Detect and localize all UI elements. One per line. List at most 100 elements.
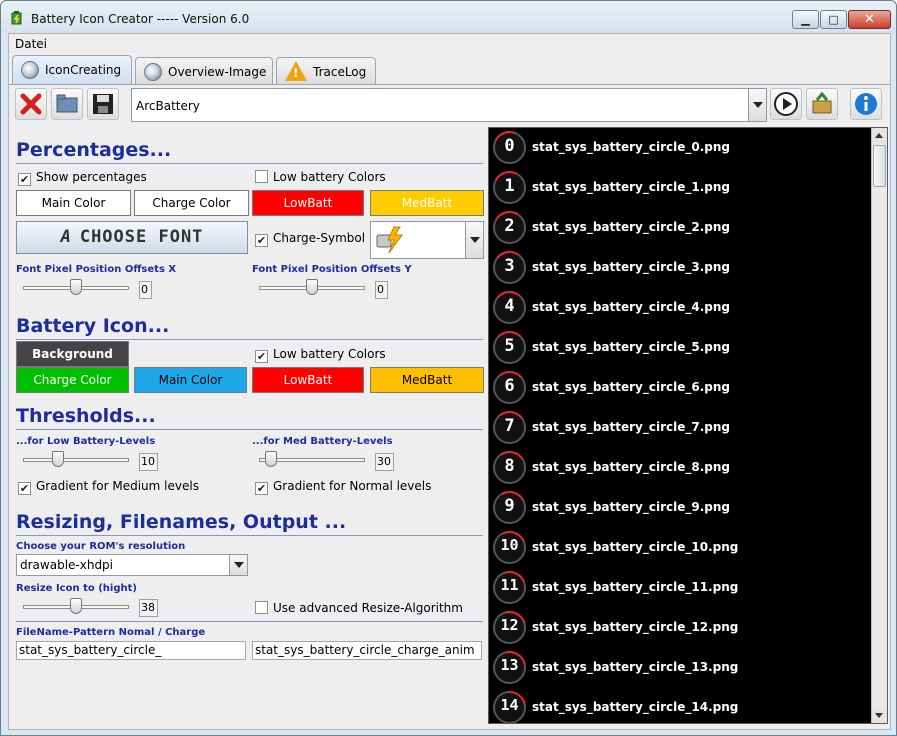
pattern-charge-input[interactable]: stat_sys_battery_circle_charge_anim bbox=[252, 641, 482, 660]
checkbox-label: Low battery Colors bbox=[273, 347, 386, 361]
list-item[interactable]: 4 stat_sys_battery_circle_4.png bbox=[489, 288, 871, 328]
toolbar: ArcBattery bbox=[9, 85, 890, 125]
list-item[interactable]: 7 stat_sys_battery_circle_7.png bbox=[489, 408, 871, 448]
pct-charge-color-button[interactable]: Charge Color bbox=[134, 190, 249, 216]
show-percentages-checkbox[interactable]: ✔ Show percentages bbox=[18, 170, 147, 186]
list-item[interactable]: 1 stat_sys_battery_circle_1.png bbox=[489, 167, 871, 208]
icon-lowbatt-button[interactable]: LowBatt bbox=[252, 367, 364, 393]
battery-circle-icon: 8 bbox=[489, 447, 530, 488]
menu-datei[interactable]: Datei bbox=[15, 37, 47, 51]
med-threshold-slider[interactable] bbox=[259, 450, 365, 470]
checkbox-label: Low battery Colors bbox=[273, 170, 386, 184]
vertical-scrollbar[interactable] bbox=[871, 128, 887, 723]
list-item[interactable]: 3 stat_sys_battery_circle_3.png bbox=[489, 248, 871, 288]
list-item[interactable]: 0 stat_sys_battery_circle_0.png bbox=[488, 126, 871, 169]
icon-low-battery-colors-checkbox[interactable]: ✔ Low battery Colors bbox=[255, 347, 386, 363]
run-button[interactable] bbox=[770, 88, 802, 120]
profile-value: ArcBattery bbox=[136, 99, 200, 113]
tab-iconcreating[interactable]: IconCreating bbox=[12, 55, 132, 84]
slider-thumb[interactable] bbox=[70, 279, 82, 295]
offset-x-slider[interactable] bbox=[23, 278, 129, 298]
slider-thumb[interactable] bbox=[52, 451, 64, 467]
pct-main-color-button[interactable]: Main Color bbox=[16, 190, 131, 216]
list-item[interactable]: 11 stat_sys_battery_circle_11.png bbox=[487, 565, 871, 610]
charge-symbol-checkbox[interactable]: ✔ Charge-Symbol bbox=[255, 231, 365, 247]
battery-circle-icon: 14 bbox=[486, 684, 533, 731]
battery-circle-icon: 12 bbox=[487, 605, 532, 650]
pct-low-battery-colors-checkbox[interactable]: Low battery Colors bbox=[255, 170, 386, 184]
advanced-resize-checkbox[interactable]: Use advanced Resize-Algorithm bbox=[255, 601, 463, 615]
battery-circle-icon: 13 bbox=[486, 644, 533, 691]
slider-thumb[interactable] bbox=[70, 598, 82, 614]
open-button[interactable] bbox=[51, 88, 83, 120]
pct-lowbatt-button[interactable]: LowBatt bbox=[252, 190, 364, 216]
list-item[interactable]: 10 stat_sys_battery_circle_10.png bbox=[488, 526, 871, 569]
low-threshold-value[interactable]: 10 bbox=[139, 453, 158, 471]
checkbox-label: Gradient for Medium levels bbox=[36, 479, 199, 493]
med-threshold-value[interactable]: 30 bbox=[375, 453, 394, 471]
list-item[interactable]: 8 stat_sys_battery_circle_8.png bbox=[489, 447, 871, 488]
scroll-thumb[interactable] bbox=[873, 145, 886, 187]
list-item[interactable]: 2 stat_sys_battery_circle_2.png bbox=[489, 207, 871, 248]
slider-track bbox=[23, 458, 129, 462]
file-name: stat_sys_battery_circle_14.png bbox=[532, 700, 739, 714]
file-name: stat_sys_battery_circle_3.png bbox=[532, 260, 730, 274]
icon-charge-color-button[interactable]: Charge Color bbox=[16, 367, 129, 393]
tab-overview-image[interactable]: Overview-Image bbox=[135, 57, 273, 84]
list-item[interactable]: 14 stat_sys_battery_circle_14.png bbox=[486, 684, 871, 731]
menu-bar: Datei bbox=[9, 34, 890, 54]
export-button[interactable] bbox=[806, 88, 838, 120]
divider bbox=[16, 429, 483, 430]
list-item[interactable]: 13 stat_sys_battery_circle_13.png bbox=[486, 644, 871, 691]
combo-arrow-button[interactable] bbox=[748, 89, 766, 121]
offset-y-value[interactable]: 0 bbox=[375, 281, 388, 299]
offset-x-label: Font Pixel Position Offsets X bbox=[16, 264, 177, 275]
gradient-medium-checkbox[interactable]: ✔ Gradient for Medium levels bbox=[18, 479, 199, 495]
battery-level-number: 11 bbox=[500, 576, 519, 594]
scroll-up-button[interactable] bbox=[872, 128, 887, 144]
scroll-down-button[interactable] bbox=[872, 707, 887, 723]
list-item[interactable]: 9 stat_sys_battery_circle_9.png bbox=[489, 487, 871, 528]
info-icon bbox=[855, 93, 877, 115]
maximize-button[interactable]: □ bbox=[820, 10, 847, 29]
slider-thumb[interactable] bbox=[306, 279, 318, 295]
gradient-normal-checkbox[interactable]: ✔ Gradient for Normal levels bbox=[255, 479, 431, 495]
delete-icon bbox=[20, 93, 42, 115]
tab-label: Overview-Image bbox=[168, 65, 267, 79]
close-button[interactable]: ✕ bbox=[848, 10, 891, 29]
list-item[interactable]: 5 stat_sys_battery_circle_5.png bbox=[489, 328, 871, 368]
slider-thumb[interactable] bbox=[265, 451, 277, 467]
window-title: Battery Icon Creator ----- Version 6.0 bbox=[31, 12, 250, 26]
charge-symbol-combobox[interactable] bbox=[370, 221, 484, 259]
choose-font-button[interactable]: A CHOOSE FONT bbox=[16, 221, 248, 254]
battery-circle-icon: 5 bbox=[493, 331, 526, 364]
battery-level-number: 12 bbox=[500, 616, 519, 634]
list-item[interactable]: 12 stat_sys_battery_circle_12.png bbox=[487, 605, 871, 650]
checkbox-checked-icon: ✔ bbox=[255, 350, 268, 363]
resize-slider[interactable] bbox=[23, 597, 129, 617]
resize-value[interactable]: 38 bbox=[139, 599, 158, 617]
profile-combobox[interactable]: ArcBattery bbox=[131, 88, 767, 122]
tab-tracelog[interactable]: ! TraceLog bbox=[276, 57, 376, 84]
delete-button[interactable] bbox=[15, 88, 47, 120]
save-icon bbox=[93, 94, 113, 114]
save-button[interactable] bbox=[87, 88, 119, 120]
info-button[interactable] bbox=[850, 88, 882, 120]
low-threshold-label: ...for Low Battery-Levels bbox=[16, 436, 156, 447]
offset-y-slider[interactable] bbox=[259, 278, 365, 298]
background-color-button[interactable]: Background bbox=[16, 341, 129, 367]
icon-main-color-button[interactable]: Main Color bbox=[134, 367, 247, 393]
resolution-combobox[interactable]: drawable-xhdpi bbox=[16, 554, 248, 576]
battery-level-number: 0 bbox=[504, 136, 515, 156]
minimize-button[interactable]: ▁ bbox=[792, 10, 819, 29]
offset-x-value[interactable]: 0 bbox=[139, 281, 152, 299]
combo-arrow-button[interactable] bbox=[465, 222, 483, 258]
pattern-normal-input[interactable]: stat_sys_battery_circle_ bbox=[16, 641, 246, 660]
combo-arrow-button[interactable] bbox=[229, 555, 247, 575]
pct-medbatt-button[interactable]: MedBatt bbox=[370, 190, 484, 216]
list-item[interactable]: 6 stat_sys_battery_circle_6.png bbox=[489, 368, 871, 408]
low-threshold-slider[interactable] bbox=[23, 450, 129, 470]
gear-cd-icon bbox=[144, 63, 162, 81]
battery-circle-icon: 10 bbox=[488, 526, 531, 569]
icon-medbatt-button[interactable]: MedBatt bbox=[370, 367, 484, 393]
